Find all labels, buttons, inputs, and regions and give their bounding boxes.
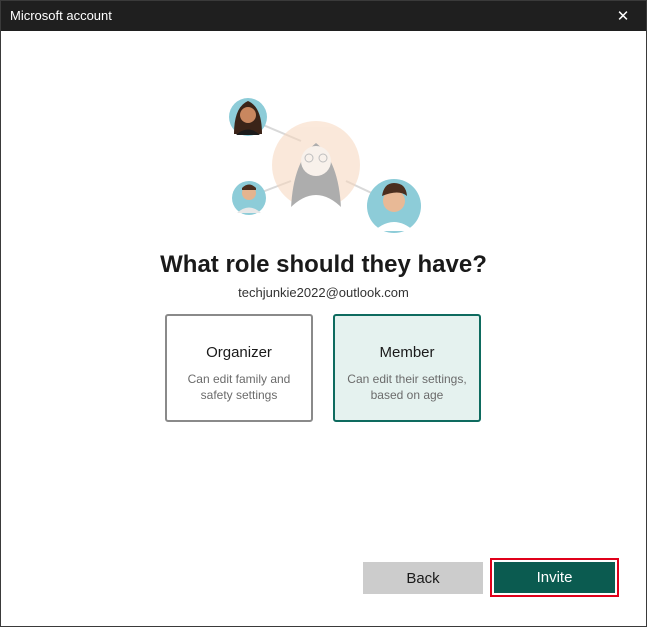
page-title: What role should they have? [160,251,487,278]
close-icon[interactable]: ✕ [600,1,646,31]
role-description: Can edit family and safety settings [187,372,291,402]
role-title: Organizer [206,344,272,361]
family-people-icon [229,98,421,233]
window-title: Microsoft account [10,8,112,23]
dialog-window: Microsoft account ✕ What role should the… [0,0,647,627]
role-title: Member [379,344,435,361]
role-card-member[interactable]: Member Can edit their settings, based on… [333,314,481,422]
back-button[interactable]: Back [363,562,483,594]
invite-button[interactable]: Invite [490,558,619,597]
title-bar: Microsoft account ✕ [1,1,646,31]
invitee-email: techjunkie2022@outlook.com [238,285,409,300]
role-card-organizer[interactable]: Organizer Can edit family and safety set… [165,314,313,422]
role-description: Can edit their settings, based on age [347,372,467,402]
